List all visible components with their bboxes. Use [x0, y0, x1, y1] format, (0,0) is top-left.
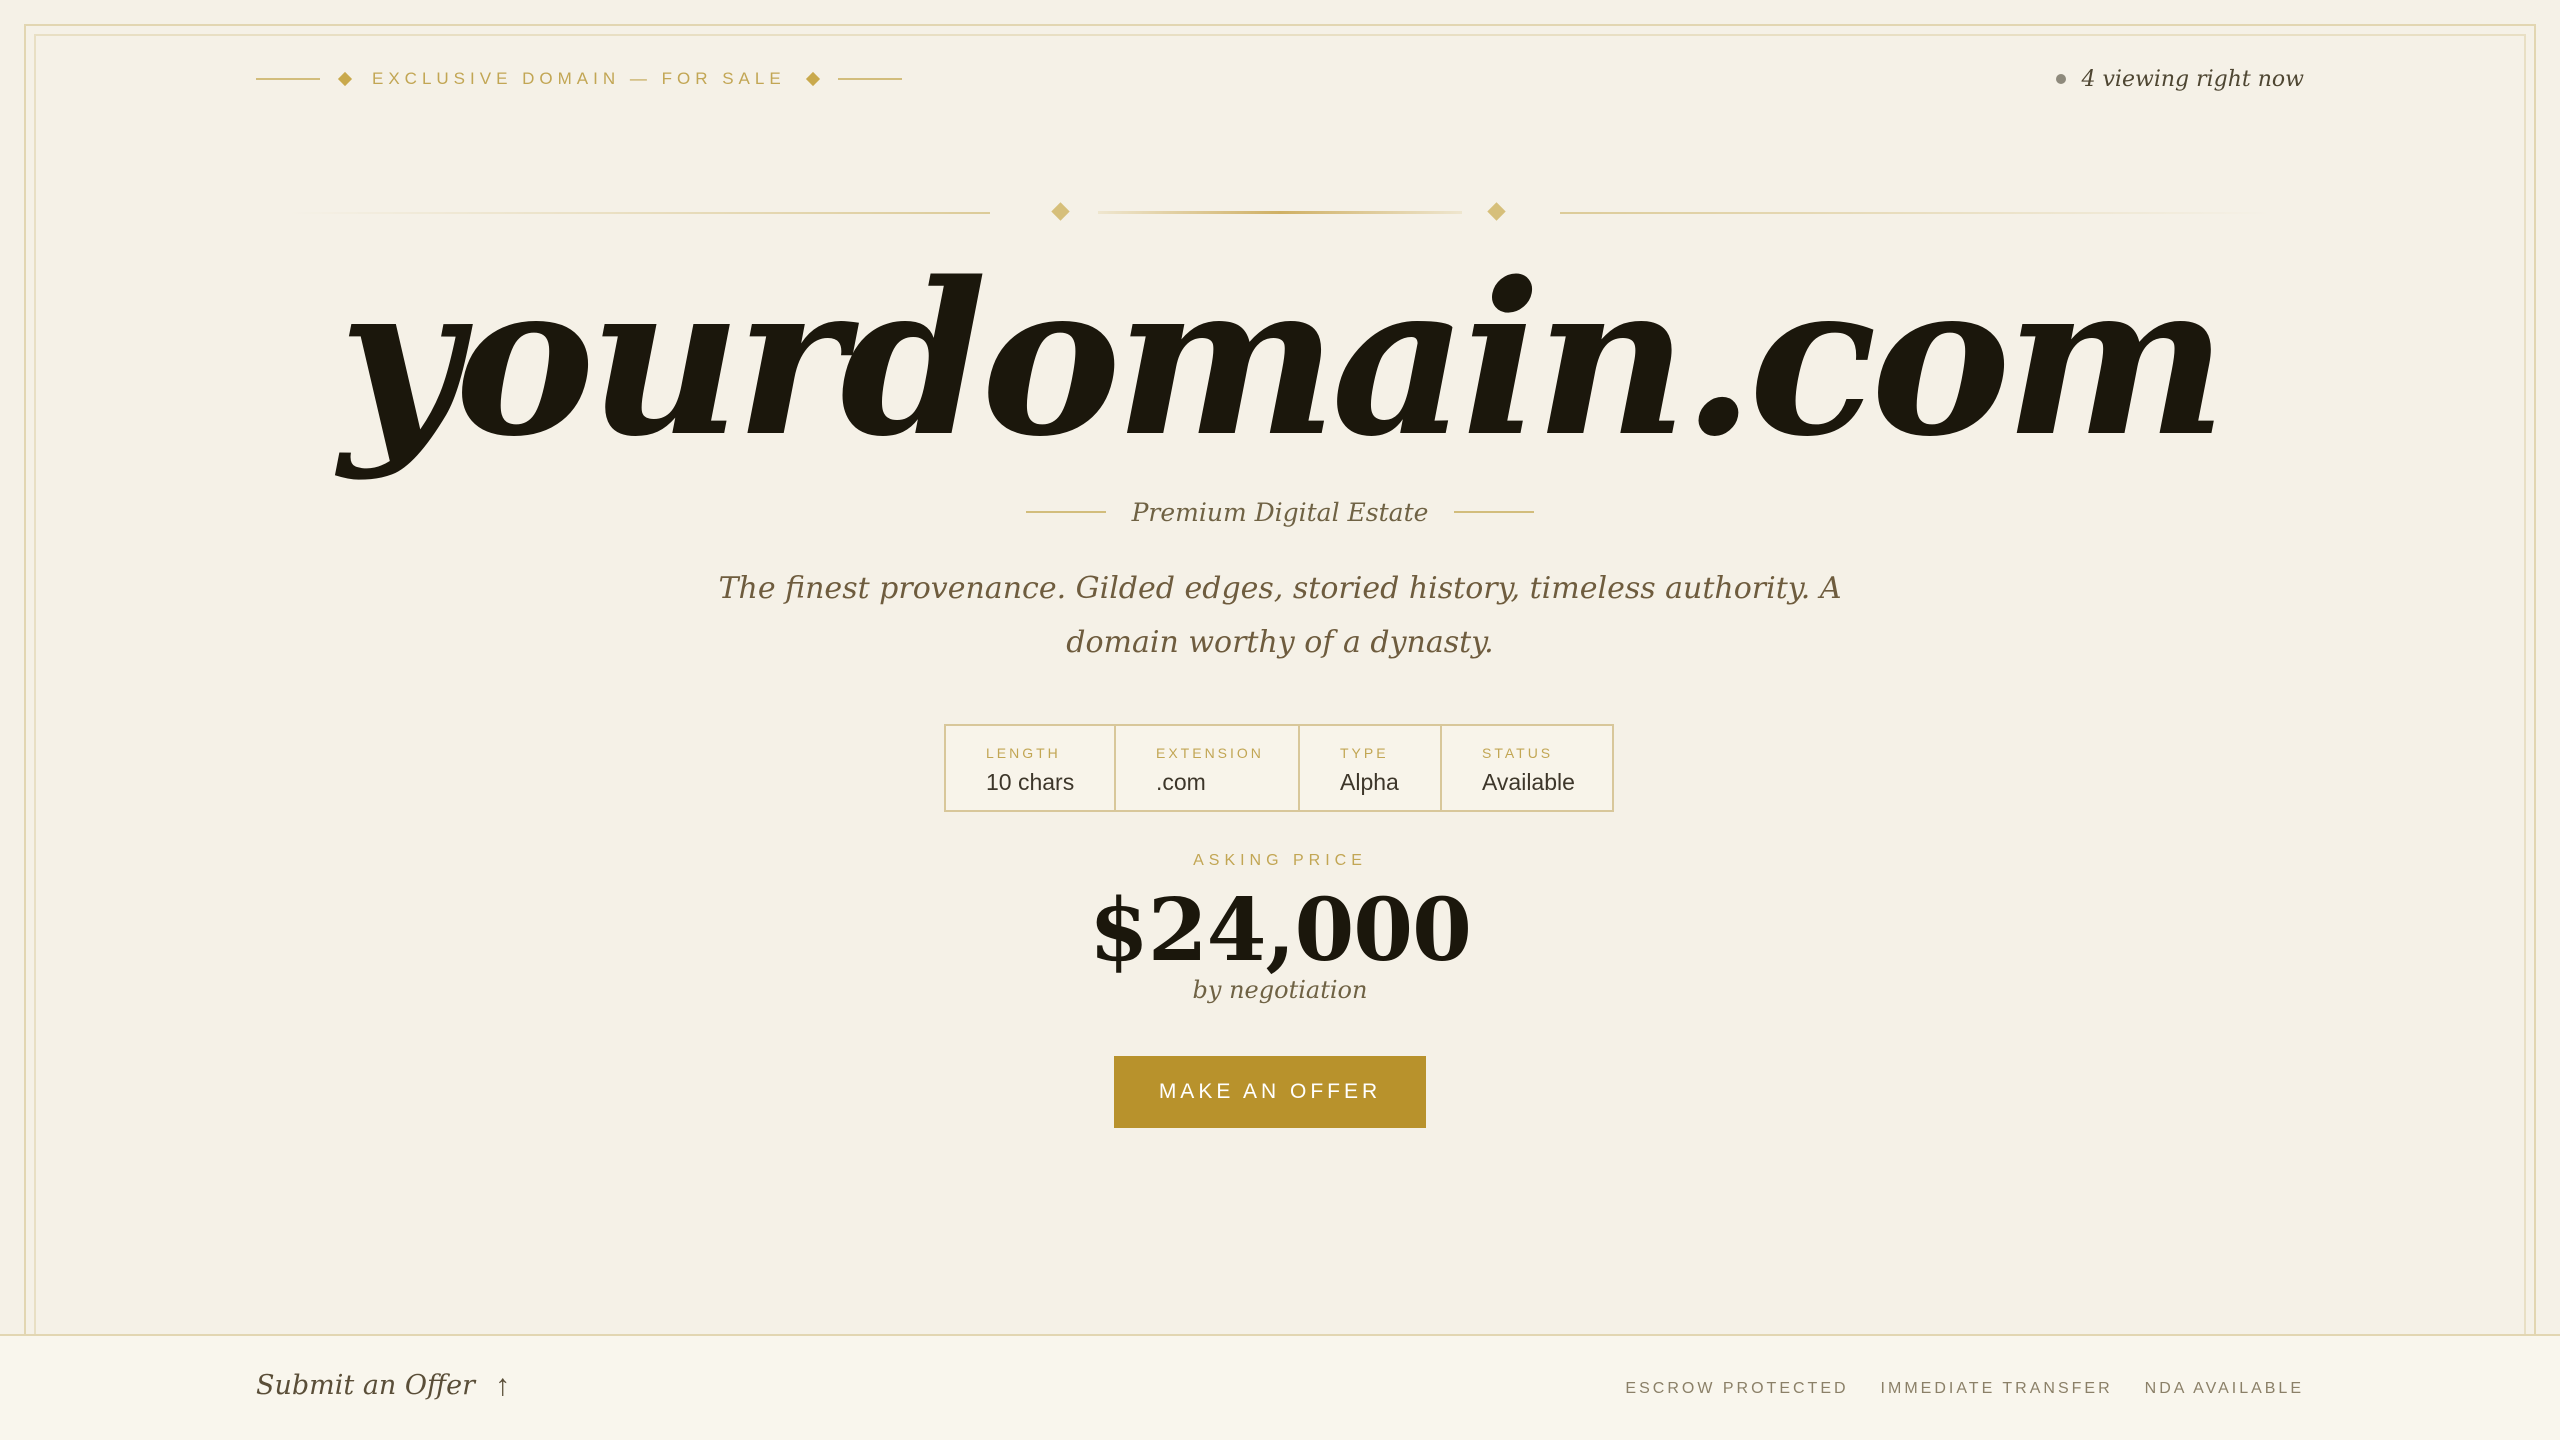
domain-name: yourdomain.com [338, 236, 2227, 483]
stat-extension: EXTENSION .com [1116, 726, 1300, 810]
stat-status: STATUS Available [1442, 726, 1612, 810]
diamond-icon [805, 71, 820, 87]
stat-value: Available [1482, 769, 1575, 795]
viewing-count: 4 viewing right now [2081, 66, 2304, 92]
live-dot-icon [2055, 74, 2066, 84]
submit-offer-label[interactable]: Submit an Offer [256, 1370, 475, 1401]
badge-escrow: ESCROW PROTECTED [1625, 1380, 1849, 1397]
asking-price-label: ASKING PRICE [1193, 852, 1367, 869]
ornament-line-right [1560, 212, 2270, 214]
stat-label: EXTENSION [1156, 745, 1264, 761]
divider-line [256, 78, 320, 80]
diamond-icon [337, 71, 353, 87]
stat-value: .com [1156, 769, 1206, 795]
eyebrow-banner: EXCLUSIVE DOMAIN — FOR SALE [256, 64, 902, 94]
divider-line [1454, 511, 1535, 513]
badge-nda: NDA AVAILABLE [2144, 1380, 2304, 1397]
stat-type: TYPE Alpha [1300, 726, 1442, 810]
asking-price: $24,000 [1089, 880, 1472, 981]
ornament-line-left [290, 212, 990, 214]
diamond-icon [1487, 202, 1506, 221]
divider-line [837, 78, 902, 80]
stat-value: 10 chars [986, 769, 1075, 795]
make-offer-button[interactable]: MAKE AN OFFER [1114, 1056, 1426, 1128]
price-note: by negotiation [1192, 976, 1368, 1004]
stat-length: LENGTH 10 chars [946, 726, 1116, 810]
subtitle: Premium Digital Estate [1131, 497, 1429, 527]
divider-line [1025, 511, 1106, 513]
arrow-up-icon[interactable]: ↑ [495, 1370, 510, 1401]
eyebrow-label: EXCLUSIVE DOMAIN — FOR SALE [372, 69, 786, 88]
stat-label: LENGTH [986, 745, 1061, 761]
diamond-icon [1051, 202, 1070, 221]
tagline: The finest provenance. Gilded edges, sto… [718, 571, 1842, 660]
stat-label: STATUS [1482, 745, 1554, 761]
domain-stats: LENGTH 10 chars EXTENSION .com TYPE Alph… [944, 724, 1614, 812]
stat-label: TYPE [1340, 745, 1389, 761]
subtitle-row: Premium Digital Estate [0, 492, 2560, 532]
badge-transfer: IMMEDIATE TRANSFER [1880, 1380, 2113, 1397]
ornament-line-center [1098, 211, 1462, 214]
stat-value: Alpha [1340, 769, 1399, 795]
submit-offer-link[interactable]: Submit an Offer ↑ [256, 1370, 510, 1401]
trust-badges: ESCROW PROTECTED IMMEDIATE TRANSFER NDA … [1593, 1380, 2304, 1398]
live-viewers: 4 viewing right now [2055, 64, 2304, 94]
footer-bar: Submit an Offer ↑ ESCROW PROTECTED IMMED… [0, 1334, 2560, 1440]
